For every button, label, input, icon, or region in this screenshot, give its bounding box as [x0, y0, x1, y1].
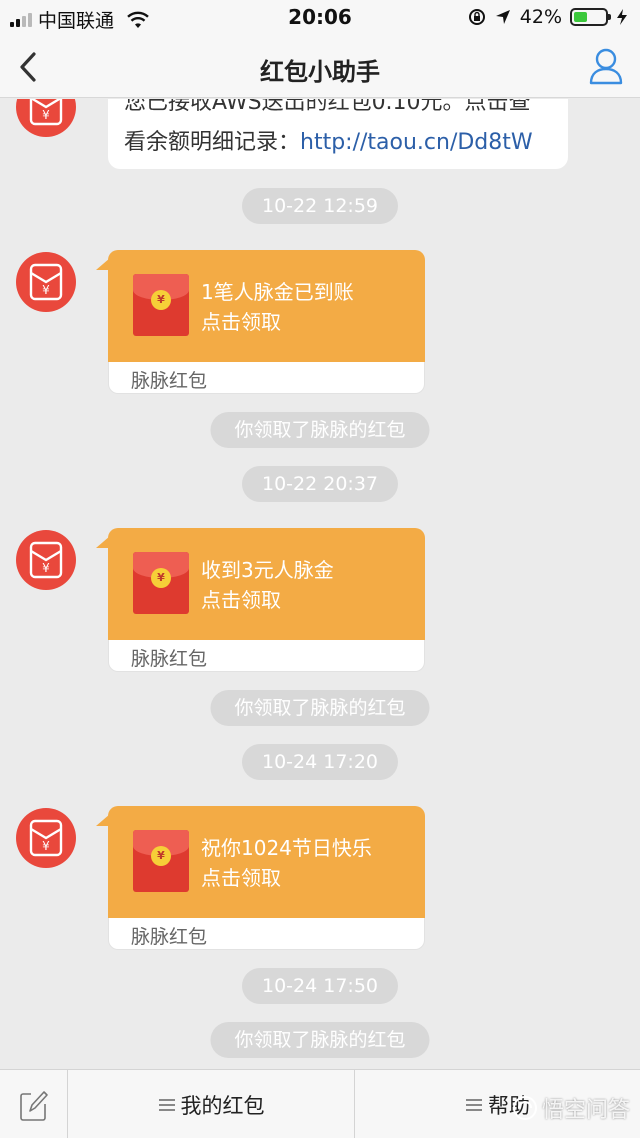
- red-packet-label: 脉脉红包: [131, 648, 208, 670]
- watermark-text: 悟空问答: [541, 1098, 630, 1123]
- svg-text:¥: ¥: [42, 108, 50, 122]
- status-right: 42%: [468, 6, 628, 28]
- tab-my-red-packets[interactable]: 我的红包: [69, 1070, 355, 1138]
- compose-button[interactable]: [0, 1070, 68, 1138]
- red-packet-body: ¥ 1笔人脉金已到账 点击领取: [108, 250, 425, 362]
- rotation-lock-icon: [468, 9, 485, 25]
- status-bar: 中国联通 20:06 42%: [0, 0, 640, 36]
- red-packet-card[interactable]: ¥ 收到3元人脉金 点击领取 脉脉红包: [96, 528, 425, 672]
- battery-icon: [570, 8, 611, 26]
- menu-icon: [158, 1096, 175, 1114]
- svg-text:¥: ¥: [42, 283, 50, 297]
- message-line: 看余额明细记录：http://taou.cn/Dd8tW: [124, 125, 533, 161]
- timestamp-badge: 10-24 17:20: [241, 744, 399, 780]
- red-packet-action: 点击领取: [201, 588, 281, 612]
- red-packet-title: 收到3元人脉金: [201, 558, 334, 582]
- menu-icon: [466, 1096, 482, 1114]
- red-packet-footer: 脉脉红包: [108, 640, 425, 672]
- red-packet-avatar[interactable]: ¥: [16, 99, 76, 137]
- red-packet-footer: 脉脉红包: [108, 362, 425, 394]
- message-line: 您已接收AWS送出的红包0.10元。点击查: [124, 99, 531, 115]
- charging-icon: [617, 9, 627, 25]
- red-packet-avatar[interactable]: ¥: [16, 530, 76, 590]
- nav-bar: 红包小助手: [0, 36, 640, 98]
- red-packet-label: 脉脉红包: [131, 370, 208, 392]
- compose-icon: [19, 1090, 48, 1121]
- timestamp-badge: 10-24 17:50: [241, 968, 399, 1004]
- tab-label: 我的红包: [180, 1093, 265, 1118]
- timestamp-badge: 10-22 20:37: [241, 466, 399, 502]
- red-packet-footer: 脉脉红包: [108, 918, 425, 950]
- red-packet-title: 祝你1024节日快乐: [201, 836, 372, 860]
- svg-text:¥: ¥: [42, 561, 50, 575]
- red-packet-icon: ¥: [29, 99, 63, 126]
- message-prefix: 看余额明细记录：: [124, 130, 301, 155]
- system-notice: 你领取了脉脉的红包: [210, 412, 430, 448]
- red-packet-avatar[interactable]: ¥: [16, 808, 76, 868]
- envelope-icon: ¥: [133, 274, 189, 336]
- watermark: 悟空问答: [512, 1092, 630, 1124]
- red-packet-icon: ¥: [29, 541, 63, 579]
- watermark-logo-icon: [512, 1096, 537, 1120]
- system-notice: 你领取了脉脉的红包: [210, 690, 430, 726]
- envelope-icon: ¥: [133, 552, 189, 614]
- red-packet-avatar[interactable]: ¥: [16, 252, 76, 312]
- red-packet-icon: ¥: [29, 819, 63, 857]
- red-packet-action: 点击领取: [201, 866, 281, 890]
- red-packet-body: ¥ 收到3元人脉金 点击领取: [108, 528, 425, 640]
- location-icon: [495, 10, 510, 24]
- system-notice: 你领取了脉脉的红包: [210, 1022, 430, 1058]
- balance-link[interactable]: http://taou.cn/Dd8tW: [300, 130, 533, 155]
- red-packet-icon: ¥: [29, 263, 63, 301]
- red-packet-card[interactable]: ¥ 祝你1024节日快乐 点击领取 脉脉红包: [96, 806, 425, 950]
- red-packet-label: 脉脉红包: [131, 926, 208, 948]
- red-packet-body: ¥ 祝你1024节日快乐 点击领取: [108, 806, 425, 918]
- red-packet-title: 1笔人脉金已到账: [201, 280, 354, 304]
- envelope-icon: ¥: [133, 830, 189, 892]
- timestamp-badge: 10-22 12:59: [241, 188, 399, 224]
- svg-text:¥: ¥: [42, 839, 50, 853]
- chat-area[interactable]: ¥ 您已接收AWS送出的红包0.10元。点击查 看余额明细记录：http://t…: [0, 99, 640, 1069]
- user-icon[interactable]: [588, 46, 624, 86]
- text-message-bubble[interactable]: 您已接收AWS送出的红包0.10元。点击查 看余额明细记录：http://tao…: [108, 99, 568, 169]
- battery-percent: 42%: [519, 6, 562, 28]
- red-packet-action: 点击领取: [201, 310, 281, 334]
- red-packet-card[interactable]: ¥ 1笔人脉金已到账 点击领取 脉脉红包: [96, 250, 425, 394]
- page-title: 红包小助手: [260, 58, 380, 86]
